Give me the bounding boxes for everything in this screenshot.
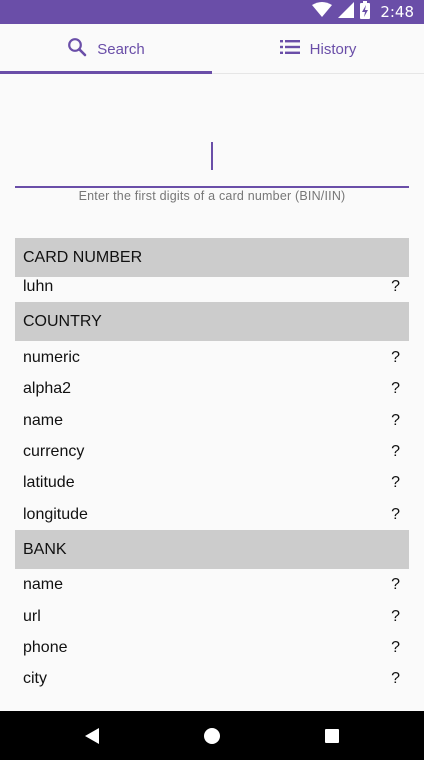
status-icons: 2:48 xyxy=(312,0,414,24)
text-caret xyxy=(211,142,213,170)
row-country-name: name ? xyxy=(15,406,409,436)
wifi-icon xyxy=(312,1,333,23)
tab-bar: Search History xyxy=(0,24,424,74)
search-icon xyxy=(67,37,87,62)
tab-search-label: Search xyxy=(97,40,145,58)
row-value: ? xyxy=(391,412,400,429)
row-value: ? xyxy=(391,576,400,593)
status-bar: 2:48 xyxy=(0,0,424,24)
list-icon xyxy=(279,39,300,59)
row-value: ? xyxy=(391,380,400,397)
row-label: phone xyxy=(23,639,68,656)
row-country-latitude: latitude ? xyxy=(15,468,409,498)
row-label: currency xyxy=(23,443,85,460)
row-value: ? xyxy=(391,349,400,366)
row-label: alpha2 xyxy=(23,380,72,397)
row-label: url xyxy=(23,608,41,625)
row-country-alpha2: alpha2 ? xyxy=(15,374,409,404)
row-label: longitude xyxy=(23,506,88,523)
status-time: 2:48 xyxy=(380,3,414,21)
back-icon[interactable] xyxy=(79,723,105,749)
row-bank-phone: phone ? xyxy=(15,633,409,663)
input-underline xyxy=(15,186,409,188)
row-value: ? xyxy=(391,278,400,295)
section-header-bank: BANK xyxy=(15,530,409,569)
row-value: ? xyxy=(391,670,400,687)
navigation-bar xyxy=(0,711,424,760)
input-hint: Enter the first digits of a card number … xyxy=(78,189,346,203)
row-country-currency: currency ? xyxy=(15,437,409,467)
tab-history-label: History xyxy=(309,40,357,58)
row-value: ? xyxy=(391,474,400,491)
row-label: name xyxy=(23,576,64,593)
row-country-numeric: numeric ? xyxy=(15,343,409,373)
tab-indicator xyxy=(0,71,212,74)
row-bank-url: url ? xyxy=(15,602,409,632)
row-label: latitude xyxy=(23,474,75,491)
row-country-longitude: longitude ? xyxy=(15,500,409,530)
signal-icon xyxy=(338,1,355,23)
bin-input-container xyxy=(15,140,409,188)
row-bank-city: city ? xyxy=(15,664,409,694)
battery-charging-icon xyxy=(360,0,371,24)
tab-history[interactable]: History xyxy=(212,24,424,74)
row-value: ? xyxy=(391,443,400,460)
tab-search[interactable]: Search xyxy=(0,24,212,74)
row-label: name xyxy=(23,412,64,429)
row-luhn: luhn ? xyxy=(15,272,409,302)
row-value: ? xyxy=(391,506,400,523)
row-value: ? xyxy=(391,639,400,656)
row-label: city xyxy=(23,670,47,687)
row-label: numeric xyxy=(23,349,80,366)
home-icon[interactable] xyxy=(199,723,225,749)
recents-icon[interactable] xyxy=(319,723,345,749)
row-value: ? xyxy=(391,608,400,625)
row-label: luhn xyxy=(23,278,54,295)
section-header-country: COUNTRY xyxy=(15,302,409,341)
row-bank-name: name ? xyxy=(15,570,409,600)
